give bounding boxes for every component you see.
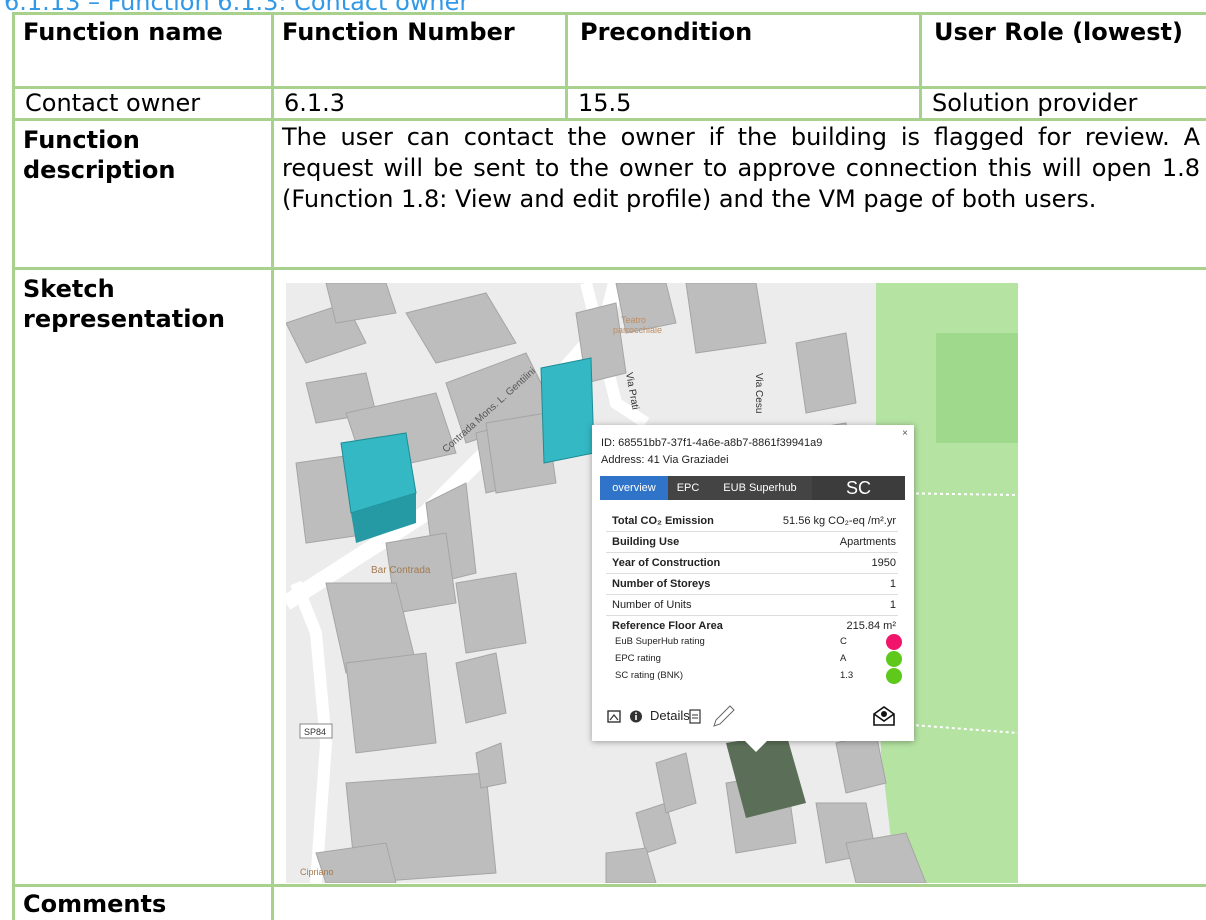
tab-epc[interactable]: EPC	[668, 476, 708, 500]
row-label: Year of Construction	[612, 557, 721, 569]
rating-eub: EuB SuperHub rating C	[606, 634, 902, 651]
pencil-icon	[713, 705, 735, 727]
row-label: Total CO₂ Emission	[612, 515, 714, 527]
value-function-number: 6.1.3	[284, 89, 346, 117]
comments-value	[274, 887, 1206, 920]
poi-label: parrocchiale	[613, 325, 662, 335]
tab-overview[interactable]: overview	[600, 476, 668, 500]
rating-dot	[886, 651, 902, 667]
contact-owner-envelope-icon	[873, 706, 895, 726]
popup-tabs: overview EPC EUB Superhub SC	[600, 476, 905, 500]
road-sign-label: SP84	[304, 727, 326, 737]
poi-label: Teatro	[621, 315, 646, 325]
header-precondition: Precondition	[580, 18, 753, 46]
value-precondition: 15.5	[578, 89, 632, 117]
description-label: Function description	[23, 126, 176, 184]
row-year: Year of Construction 1950	[606, 553, 898, 574]
building-id: ID: 68551bb7-37f1-4a6e-a8b7-8861f39941a9	[601, 437, 823, 449]
document-icon	[689, 709, 701, 724]
tab-sc[interactable]: SC	[812, 476, 905, 500]
rating-value: A	[840, 653, 847, 664]
rating-epc: EPC rating A	[606, 651, 902, 668]
row-value: 51.56 kg CO₂-eq /m².yr	[782, 515, 896, 527]
row-value: 1	[889, 578, 896, 590]
rating-dot	[886, 634, 902, 650]
popup-footer: Details	[606, 704, 906, 728]
row-label: Reference Floor Area	[612, 620, 723, 632]
overview-rows: Total CO₂ Emission 51.56 kg CO₂-eq /m².yr…	[606, 511, 902, 685]
row-building-use: Building Use Apartments	[606, 532, 898, 553]
rating-value: 1.3	[840, 670, 854, 681]
header-function-number: Function Number	[282, 18, 515, 46]
row-storeys: Number of Storeys 1	[606, 574, 898, 595]
row-value: 1	[889, 599, 896, 611]
park-area	[936, 333, 1018, 443]
popup-pointer	[744, 740, 768, 752]
sketch-label: Sketch representation	[23, 275, 225, 333]
building-address: Address: 41 Via Graziadei	[601, 454, 729, 466]
value-user-role: Solution provider	[932, 89, 1138, 117]
row-value: 1950	[871, 557, 896, 569]
tab-eub-superhub[interactable]: EUB Superhub	[708, 476, 812, 500]
highlighted-building	[540, 357, 595, 464]
poi-label: Bar Contrada	[371, 565, 431, 576]
description-text: The user can contact the owner if the bu…	[282, 123, 1200, 213]
close-icon[interactable]: ×	[902, 428, 908, 439]
details-button[interactable]: Details	[650, 708, 690, 723]
row-co2: Total CO₂ Emission 51.56 kg CO₂-eq /m².yr	[606, 511, 898, 532]
rating-label: SC rating (BNK)	[615, 670, 684, 681]
street-label: Via Cesu	[753, 373, 764, 413]
comments-label: Comments	[23, 890, 167, 918]
row-units: Number of Units 1	[606, 595, 898, 616]
row-label: Number of Storeys	[612, 578, 711, 590]
building-popup: × ID: 68551bb7-37f1-4a6e-a8b7-8861f39941…	[592, 425, 914, 741]
rating-label: EPC rating	[615, 653, 661, 664]
row-label: Number of Units	[612, 599, 692, 611]
value-function-name: Contact owner	[25, 89, 201, 117]
header-user-role: User Role (lowest)	[934, 18, 1183, 46]
row-value: Apartments	[839, 536, 896, 548]
poi-label: Cipriano	[300, 867, 334, 877]
header-function-name: Function name	[23, 18, 223, 46]
row-floor-area: Reference Floor Area 215.84 m²	[606, 616, 898, 634]
rating-dot	[886, 668, 902, 684]
grid-line	[12, 267, 1206, 270]
rating-value: C	[840, 636, 847, 647]
rating-sc: SC rating (BNK) 1.3	[606, 668, 902, 685]
row-label: Building Use	[612, 536, 680, 548]
rating-label: EuB SuperHub rating	[615, 636, 705, 647]
image-icon	[607, 710, 621, 723]
row-value: 215.84 m²	[846, 620, 896, 632]
info-icon	[630, 710, 642, 723]
